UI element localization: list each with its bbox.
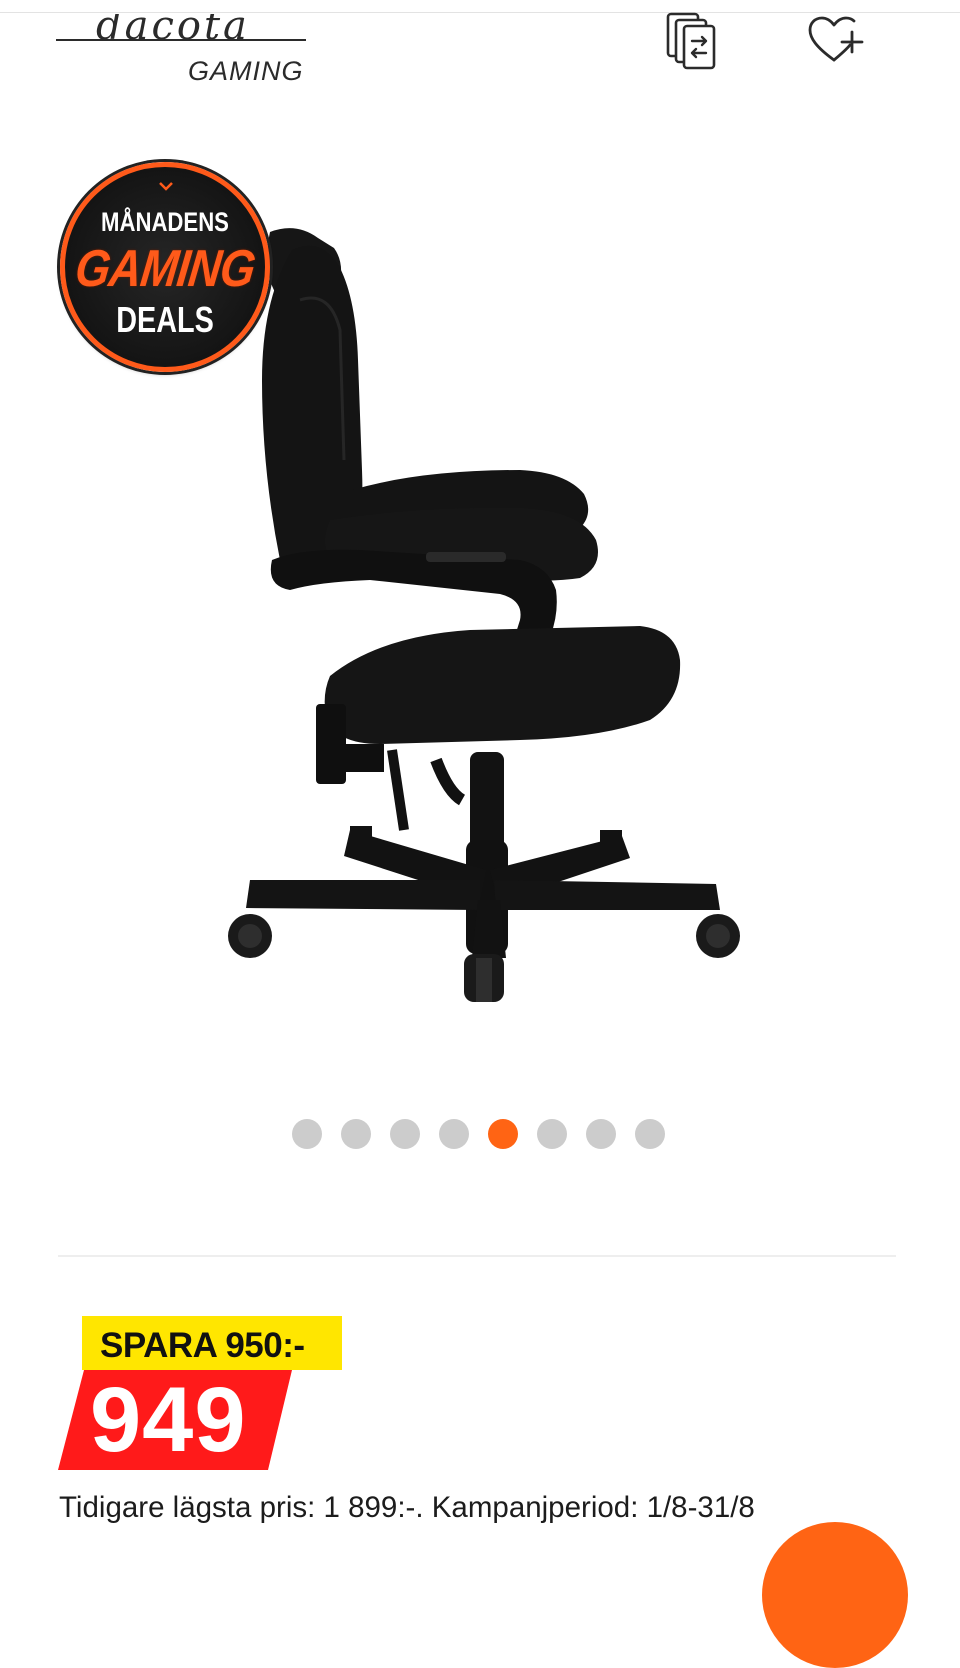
promo-line-manadens: MÅNADENS: [101, 207, 229, 237]
product-image-chair[interactable]: [200, 210, 760, 1010]
gallery-pagination: [292, 1119, 665, 1149]
price-badge: 949: [58, 1370, 292, 1470]
gallery-dot[interactable]: [537, 1119, 567, 1149]
gallery-dot[interactable]: [390, 1119, 420, 1149]
price-value: 949: [90, 1369, 247, 1471]
brand-rule: [56, 39, 306, 41]
section-divider: [58, 1255, 896, 1257]
gallery-dot[interactable]: [341, 1119, 371, 1149]
gallery-dot[interactable]: [635, 1119, 665, 1149]
promo-line-deals: DEALS: [116, 299, 214, 340]
gallery-dot-active[interactable]: [488, 1119, 518, 1149]
brand-subline: GAMING: [188, 56, 304, 86]
savings-badge: SPARA 950:-: [82, 1316, 342, 1370]
gallery-dot[interactable]: [586, 1119, 616, 1149]
gallery-dot[interactable]: [292, 1119, 322, 1149]
price-history-info: Tidigare lägsta pris: 1 899:-. Kampanjpe…: [59, 1491, 755, 1524]
compare-icon[interactable]: [664, 10, 720, 74]
chat-button[interactable]: [762, 1522, 908, 1668]
savings-label: SPARA 950:-: [100, 1326, 305, 1365]
heart-plus-icon[interactable]: [806, 14, 866, 66]
monthly-gaming-deals-badge: MÅNADENS GAMING DEALS: [60, 162, 270, 372]
chevron-down-icon: [159, 182, 173, 191]
brand-wordmark: dacota: [96, 14, 250, 48]
promo-line-gaming: GAMING: [72, 240, 258, 298]
brand-logo[interactable]: dacota GAMING: [56, 8, 308, 88]
gallery-dot[interactable]: [439, 1119, 469, 1149]
